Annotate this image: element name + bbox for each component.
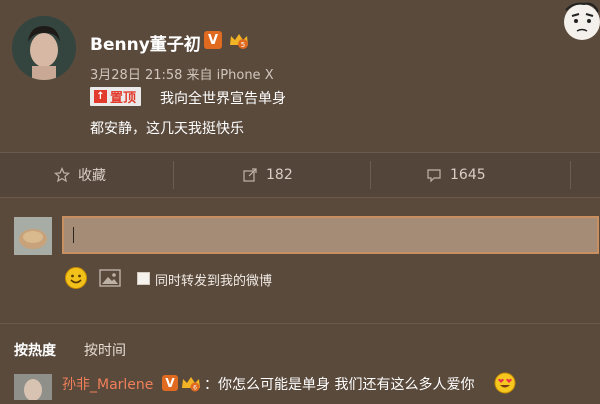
my-avatar xyxy=(14,217,52,255)
pin-icon: ↑ xyxy=(94,90,107,103)
heart-eyes-emoji-icon xyxy=(494,372,516,394)
verified-icon: V xyxy=(204,31,222,49)
comment-input[interactable] xyxy=(62,216,599,254)
sync-repost-label[interactable]: 同时转发到我的微博 xyxy=(155,270,272,289)
action-separator xyxy=(370,161,371,189)
comment-button[interactable]: 1645 xyxy=(426,153,486,197)
star-icon xyxy=(54,167,70,183)
post-text-line: 我向全世界宣告单身 xyxy=(160,91,286,107)
text-caret xyxy=(73,227,74,243)
commenter-avatar[interactable] xyxy=(14,374,52,401)
emoji-button[interactable] xyxy=(64,266,88,290)
action-separator xyxy=(173,161,174,189)
post-action-bar: 收藏 182 1645 xyxy=(0,152,600,198)
cartoon-face-icon xyxy=(562,0,600,40)
pinned-label: 置顶 xyxy=(110,91,137,106)
smiley-icon xyxy=(65,267,87,289)
share-icon xyxy=(243,168,257,182)
favorite-button[interactable]: 收藏 xyxy=(54,153,106,197)
vip-crown-icon: 5 xyxy=(228,31,250,49)
repost-button[interactable]: 182 xyxy=(242,153,293,197)
sync-repost-checkbox[interactable] xyxy=(137,272,150,285)
post-meta: 3月28日 21:58 来自 iPhone X xyxy=(90,68,274,83)
pinned-badge: ↑ 置顶 xyxy=(90,87,142,106)
section-divider xyxy=(0,323,600,324)
comment-count: 1645 xyxy=(450,167,486,183)
image-button[interactable] xyxy=(99,268,121,288)
image-icon xyxy=(99,269,121,287)
repost-count: 182 xyxy=(266,167,293,183)
tab-sort-by-time[interactable]: 按时间 xyxy=(84,340,126,360)
commenter-name[interactable]: 孙非_Marlene xyxy=(62,374,153,394)
svg-text:6: 6 xyxy=(193,385,197,392)
tab-sort-by-hot[interactable]: 按热度 xyxy=(14,340,56,360)
verified-icon: V xyxy=(162,375,178,391)
favorite-label: 收藏 xyxy=(78,168,106,184)
svg-text:5: 5 xyxy=(241,41,245,49)
action-separator xyxy=(570,161,571,189)
comment-text: ：你怎么可能是单身 我们还有这么多人爱你 xyxy=(204,377,475,393)
author-name[interactable]: Benny董子初 xyxy=(90,30,201,55)
comment-icon xyxy=(427,169,441,183)
vip-crown-icon: 6 xyxy=(180,375,202,392)
post-text-line: 都安静，这几天我挺快乐 xyxy=(90,121,244,137)
author-avatar[interactable] xyxy=(12,16,76,80)
